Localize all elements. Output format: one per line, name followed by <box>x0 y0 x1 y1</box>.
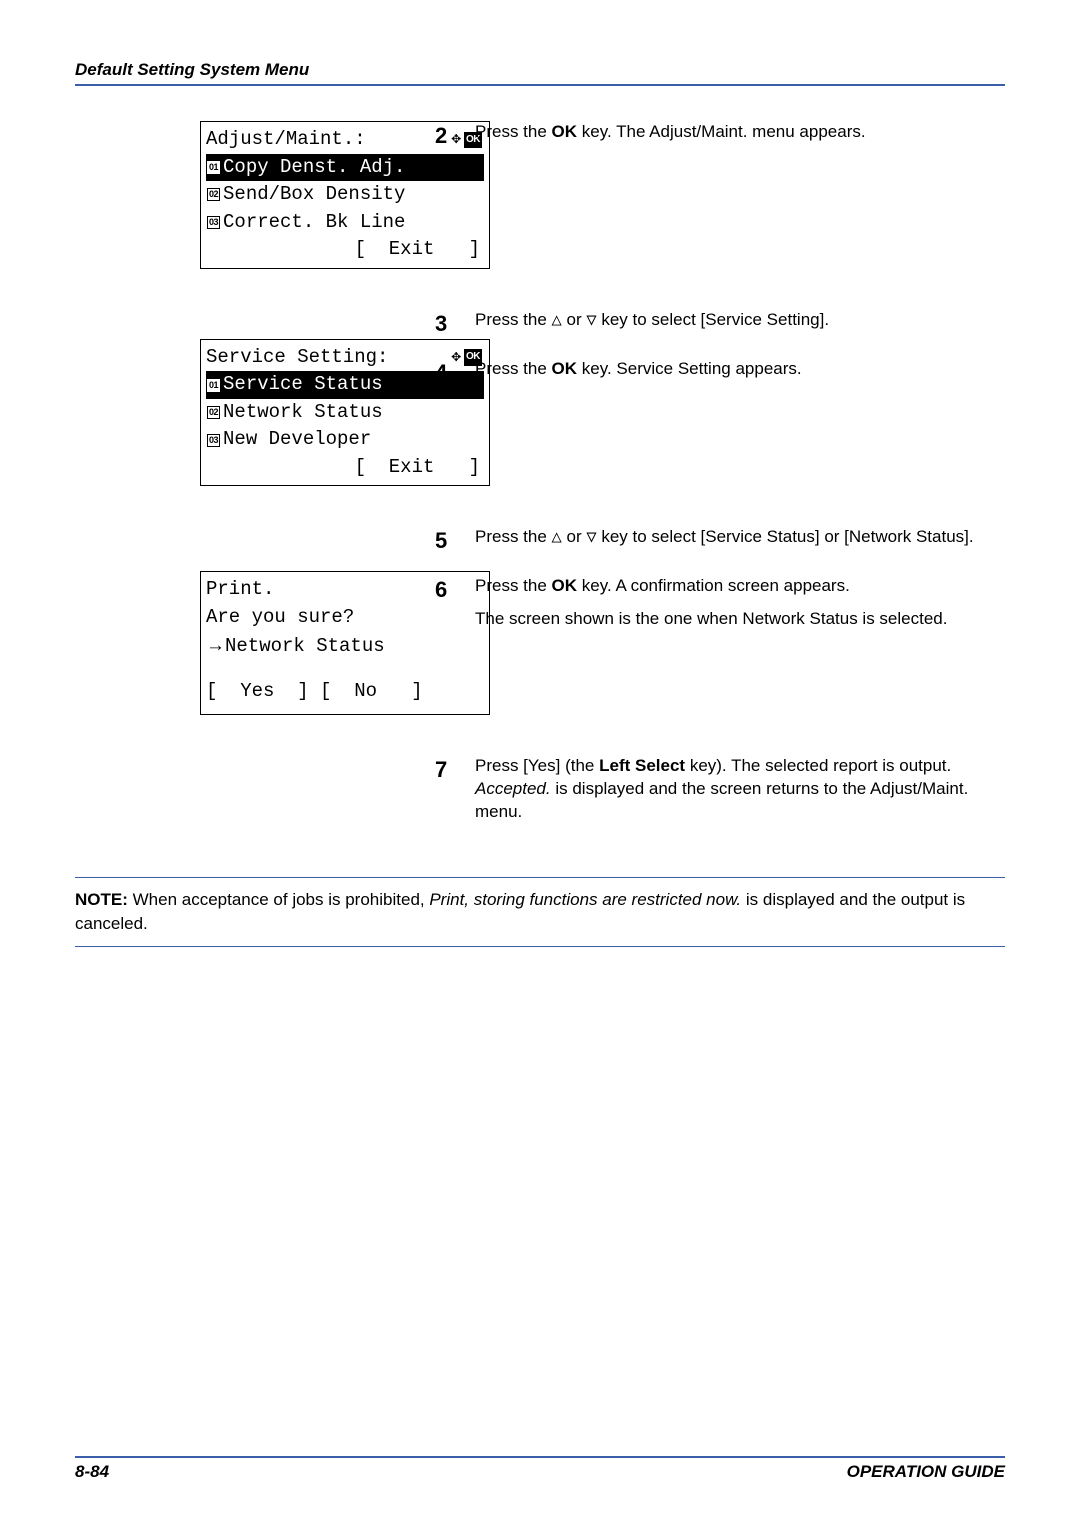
key-ok: OK <box>552 576 578 595</box>
step-3: 3 Press the △ or ▽ key to select [Servic… <box>435 309 1005 344</box>
page-footer: 8-84 OPERATION GUIDE <box>75 1456 1005 1482</box>
step-4: 4 Press the OK key. Service Setting appe… <box>435 358 1005 391</box>
header-title: Default Setting System Menu <box>75 60 309 79</box>
step-7: 7 Press [Yes] (the Left Select key). The… <box>435 755 1005 834</box>
step-number: 7 <box>435 755 457 834</box>
text: Press the <box>475 122 552 141</box>
note-rule-bottom <box>75 946 1005 947</box>
text: key. Service Setting appears. <box>577 359 802 378</box>
item-label: Network Status <box>223 399 383 427</box>
note-italic: Print, storing functions are restricted … <box>429 890 741 909</box>
text: key to select [Service Status] or [Netwo… <box>597 527 974 546</box>
step-5: 5 Press the △ or ▽ key to select [Servic… <box>435 526 1005 561</box>
item-label: New Developer <box>223 426 371 454</box>
text: Press the <box>475 527 552 546</box>
text: Press the <box>475 576 552 595</box>
step-2: 2 Press the OK key. The Adjust/Maint. me… <box>435 121 1005 154</box>
text: or <box>562 527 587 546</box>
text: When acceptance of jobs is prohibited, <box>128 890 429 909</box>
note-rule-top <box>75 877 1005 878</box>
page-header: Default Setting System Menu <box>75 60 1005 86</box>
step-6: 6 Press the OK key. A confirmation scree… <box>435 575 1005 641</box>
up-key-icon: △ <box>552 312 562 331</box>
item-label: Service Status <box>223 371 383 399</box>
key-ok: OK <box>552 359 578 378</box>
down-key-icon: ▽ <box>586 529 596 548</box>
key-left-select: Left Select <box>599 756 685 775</box>
item-num-icon: 01 <box>207 379 220 392</box>
down-key-icon: ▽ <box>586 312 596 331</box>
item-num-icon: 01 <box>207 161 220 174</box>
text: The screen shown is the one when Network… <box>475 608 1005 631</box>
text: key. The Adjust/Maint. menu appears. <box>577 122 866 141</box>
text: key). The selected report is output. <box>685 756 951 775</box>
text: key to select [Service Setting]. <box>597 310 829 329</box>
footer-guide-label: OPERATION GUIDE <box>847 1462 1005 1482</box>
footer-page-number: 8-84 <box>75 1462 109 1482</box>
text: Press [Yes] (the <box>475 756 599 775</box>
step-number: 6 <box>435 575 457 641</box>
item-num-icon: 03 <box>207 216 220 229</box>
step-number: 5 <box>435 526 457 561</box>
up-key-icon: △ <box>552 529 562 548</box>
item-label: Copy Denst. Adj. <box>223 154 405 182</box>
text: or <box>562 310 587 329</box>
item-num-icon: 02 <box>207 406 220 419</box>
note-label: NOTE: <box>75 890 128 909</box>
text-italic: Accepted. <box>475 779 551 798</box>
lcd1-title: Adjust/Maint.: <box>206 126 366 154</box>
text: Press the <box>475 310 552 329</box>
text: Press the <box>475 359 552 378</box>
lcd2-title: Service Setting: <box>206 344 388 372</box>
text: key. A confirmation screen appears. <box>577 576 850 595</box>
item-label: Send/Box Density <box>223 181 405 209</box>
item-label: Correct. Bk Line <box>223 209 405 237</box>
step-number: 3 <box>435 309 457 344</box>
note-block: NOTE: When acceptance of jobs is prohibi… <box>75 888 1005 936</box>
item-num-icon: 03 <box>207 434 220 447</box>
step-number: 4 <box>435 358 457 391</box>
step-number: 2 <box>435 121 457 154</box>
item-num-icon: 02 <box>207 188 220 201</box>
right-arrow-icon: → <box>206 635 225 656</box>
key-ok: OK <box>552 122 578 141</box>
